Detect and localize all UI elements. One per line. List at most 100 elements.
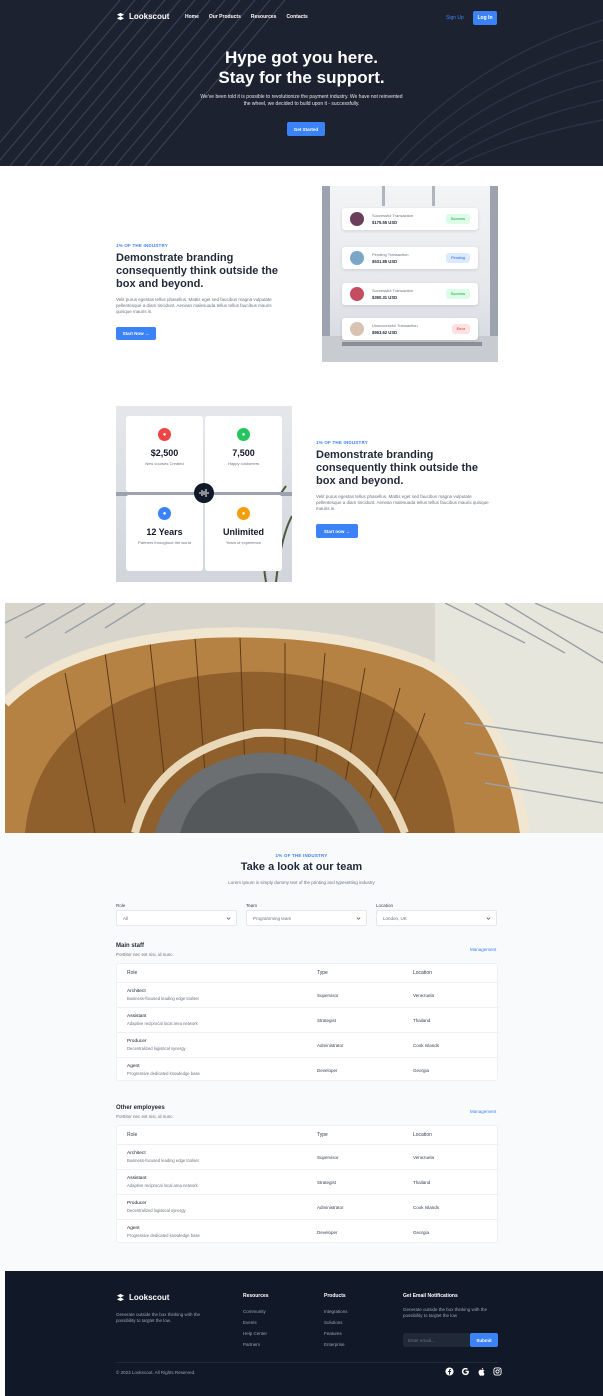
nav-link-resources[interactable]: Resources xyxy=(251,14,277,20)
team-filter-select[interactable]: Programming team xyxy=(246,910,367,926)
footer-link-help-center[interactable]: Help Center xyxy=(243,1331,267,1336)
start-now-button[interactable]: Start Now → xyxy=(116,327,156,340)
role-filter-select[interactable]: All xyxy=(116,910,237,926)
footer-link-features[interactable]: Features xyxy=(324,1331,342,1336)
row-description: Adaptive reciprocal local area network xyxy=(127,1183,198,1188)
stat-icon: ● xyxy=(158,507,171,520)
hero-section: Lookscout Home Our Products Resources Co… xyxy=(0,0,603,166)
footer-link-events[interactable]: Events xyxy=(243,1320,257,1325)
footer-col-products-title: Products xyxy=(324,1293,346,1299)
table-row[interactable]: Assistant Adaptive reciprocal local area … xyxy=(117,1169,499,1194)
stat-label: Years of experience xyxy=(225,540,262,545)
row-location: Georgia xyxy=(413,1230,430,1235)
table-row[interactable]: Architect Business-focused leading edge t… xyxy=(117,982,499,1007)
footer-link-integrations[interactable]: Integrations xyxy=(324,1309,348,1314)
chevron-down-icon xyxy=(486,917,491,920)
transaction-amount: $390.31 USD xyxy=(372,295,398,300)
feature2-eyebrow: 1% OF THE INDUSTRY xyxy=(316,440,368,445)
avatar xyxy=(350,212,364,226)
header-role: Role xyxy=(127,1132,138,1138)
status-badge: Error xyxy=(451,324,470,334)
row-description: Adaptive reciprocal local area network xyxy=(127,1021,198,1026)
footer: Lookscout Generate outside the box think… xyxy=(5,1271,603,1396)
staircase-illustration xyxy=(5,603,603,833)
stat-card: ● 7,500 Happy customers xyxy=(205,416,282,492)
header-role: Role xyxy=(127,970,138,976)
location-filter-select[interactable]: London, UK xyxy=(376,910,497,926)
feature1-text: 1% OF THE INDUSTRY Demonstrate branding … xyxy=(116,243,281,340)
row-type: Strategist xyxy=(317,1180,337,1185)
stat-icon: ● xyxy=(237,507,250,520)
status-badge: Success xyxy=(445,289,470,299)
row-role: Architect xyxy=(127,1151,146,1156)
table-row[interactable]: Producer Decentralized logistical synergy… xyxy=(117,1194,499,1219)
stat-icon: ● xyxy=(158,428,171,441)
hero-subtitle: We've been told it is possible to revolu… xyxy=(200,94,403,107)
stat-card: ● $2,500 New courses Created xyxy=(126,416,203,492)
nav-link-home[interactable]: Home xyxy=(185,14,199,20)
role-filter-value: All xyxy=(123,915,129,921)
table-row[interactable]: Agent Progressive dedicated knowledge bas… xyxy=(117,1057,499,1082)
group-subtitle: Porttitor nec est nisi, id nunc. xyxy=(116,1114,174,1119)
nav-link-contacts[interactable]: Contacts xyxy=(286,14,307,20)
feature1-text-body: Velit purus egestas tellus phasellus. Ma… xyxy=(116,297,272,314)
footer-brand-name: Lookscout xyxy=(129,1293,170,1302)
brand-logo[interactable]: Lookscout xyxy=(116,12,169,21)
management-link[interactable]: Management xyxy=(470,947,496,952)
team-filter-value: Programming team xyxy=(253,915,292,921)
stat-label: New courses Created xyxy=(145,461,184,466)
row-role: Agent xyxy=(127,1064,140,1069)
instagram-icon[interactable] xyxy=(493,1367,502,1376)
feature2-text-body: Velit purus egestas tellus phasellus. Ma… xyxy=(316,494,489,511)
group-subtitle: Porttitor nec est nisi, id nunc. xyxy=(116,952,174,957)
footer-link-enterprise[interactable]: Enterprise xyxy=(324,1342,345,1347)
feature1-eyebrow: 1% OF THE INDUSTRY xyxy=(116,243,168,248)
footer-link-community[interactable]: Community xyxy=(243,1309,266,1314)
signup-link[interactable]: Sign Up xyxy=(446,15,464,21)
row-location: Thailand xyxy=(413,1018,431,1023)
chevron-down-icon xyxy=(226,917,231,920)
footer-divider xyxy=(116,1362,498,1363)
newsletter-title: Get Email Notifications xyxy=(403,1293,458,1299)
management-link[interactable]: Management xyxy=(470,1109,496,1114)
transaction-card[interactable]: Unsuccessful Transaction $963.62 USD Error xyxy=(342,318,478,340)
header-location: Location xyxy=(413,970,432,976)
newsletter-email-input[interactable]: Enter email... xyxy=(403,1333,470,1347)
transaction-card[interactable]: Successful Transaction $175.55 USD Success xyxy=(342,208,478,230)
get-started-button[interactable]: Get Started xyxy=(287,122,325,136)
role-filter-label: Role xyxy=(116,903,126,908)
stat-value: $2,500 xyxy=(150,448,179,458)
header-location: Location xyxy=(413,1132,432,1138)
apple-icon[interactable] xyxy=(477,1367,486,1376)
facebook-icon[interactable] xyxy=(445,1367,454,1376)
staff-table: Role Type Location Architect Business-focuse… xyxy=(116,1125,499,1244)
google-icon[interactable] xyxy=(461,1367,470,1376)
row-type: Administrator xyxy=(317,1043,344,1048)
table-row[interactable]: Producer Decentralized logistical synergy… xyxy=(117,1032,499,1057)
table-row[interactable]: Agent Progressive dedicated knowledge bas… xyxy=(117,1219,499,1244)
login-button[interactable]: Log In xyxy=(473,11,497,25)
feature1-title: Demonstrate branding consequently think … xyxy=(116,252,278,290)
newsletter-submit-button[interactable]: Submit xyxy=(470,1333,498,1347)
transactions-photo: Successful Transaction $175.55 USD Success… xyxy=(322,186,498,362)
staff-table: Role Type Location Architect Business-focuse… xyxy=(116,963,499,1082)
table-row[interactable]: Assistant Adaptive reciprocal local area … xyxy=(117,1007,499,1032)
start-now-button-2[interactable]: Start now → xyxy=(316,524,358,538)
footer-link-partners[interactable]: Partners xyxy=(243,1342,260,1347)
row-location: Cook Islands xyxy=(413,1043,440,1048)
transaction-card[interactable]: Pending Transaction $531.85 USD Pending xyxy=(342,247,478,269)
transaction-label: Successful Transaction xyxy=(372,288,414,293)
team-subtitle: Lorem Ipsum is simply dummy text of the … xyxy=(228,880,375,885)
transaction-card[interactable]: Successful Transaction $390.31 USD Success xyxy=(342,283,478,305)
avatar xyxy=(350,287,364,301)
top-nav: Lookscout Home Our Products Resources Co… xyxy=(0,0,603,38)
location-filter-label: Location xyxy=(376,903,394,908)
table-row[interactable]: Architect Business-focused leading edge t… xyxy=(117,1144,499,1169)
footer-link-solutions[interactable]: Solutions xyxy=(324,1320,343,1325)
newsletter-text: Generate outside the box thinking with t… xyxy=(403,1307,488,1318)
nav-link-products[interactable]: Our Products xyxy=(209,14,241,20)
chevron-down-icon xyxy=(356,917,361,920)
footer-logo[interactable]: Lookscout xyxy=(116,1293,169,1302)
row-type: Developer xyxy=(317,1230,338,1235)
team-section: 1% OF THE INDUSTRY Take a look at our te… xyxy=(0,833,603,1271)
